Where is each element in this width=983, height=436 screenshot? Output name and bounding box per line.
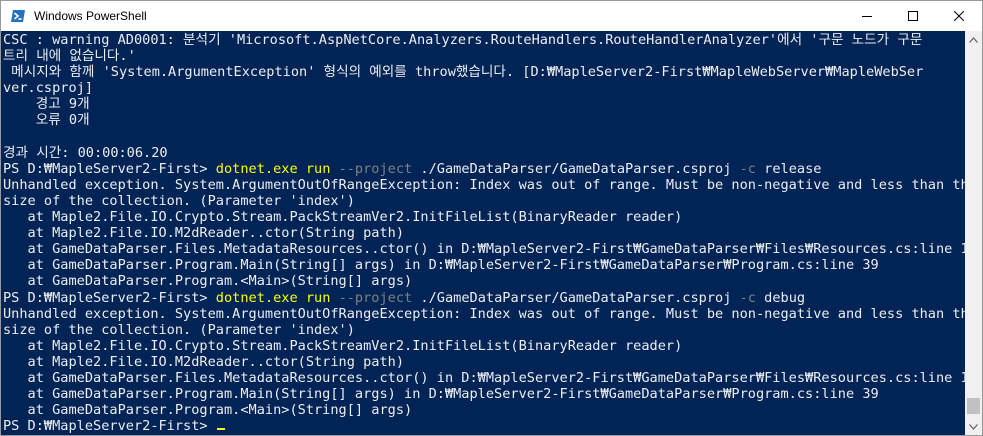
output-line: Unhandled exception. System.ArgumentOutO… [3, 306, 965, 322]
command-text: dotnet.exe run [215, 289, 339, 306]
output-line: 경고 9개 [3, 96, 965, 112]
output-text: at Maple2.File.IO.M2dReader..ctor(String… [3, 225, 405, 242]
output-text: 트리 내에 없습니다.' [3, 48, 136, 65]
output-line: at GameDataParser.Files.MetadataResource… [3, 370, 965, 386]
output-text: size of the collection. (Parameter 'inde… [3, 321, 355, 338]
prompt-line: PS D:₩MapleServer2-First> dotnet.exe run… [3, 161, 965, 177]
close-button[interactable] [936, 1, 982, 31]
argument-text: debug [755, 289, 806, 306]
parameter-flag: -c [739, 160, 756, 177]
output-line: size of the collection. (Parameter 'inde… [3, 193, 965, 209]
parameter-flag: --project [338, 289, 413, 306]
output-text: 경고 9개 [3, 96, 90, 113]
powershell-window: Windows PowerShell CSC : warning AD0001:… [0, 0, 983, 436]
output-text: at GameDataParser.Files.MetadataResource… [3, 241, 965, 258]
output-text: Unhandled exception. System.ArgumentOutO… [3, 305, 965, 322]
output-text: at GameDataParser.Program.<Main>(String[… [3, 402, 413, 419]
chevron-up-icon [969, 36, 978, 43]
minimize-icon [862, 16, 872, 17]
window-title: Windows PowerShell [34, 9, 147, 23]
output-line: 오류 0개 [3, 112, 965, 128]
prompt-text: PS D:₩MapleServer2-First> [3, 289, 216, 306]
prompt-line: PS D:₩MapleServer2-First> dotnet.exe run… [3, 290, 965, 306]
output-text: size of the collection. (Parameter 'inde… [3, 192, 355, 209]
output-line: at GameDataParser.Program.<Main>(String[… [3, 402, 965, 418]
scroll-up-button[interactable] [965, 31, 982, 48]
vertical-scrollbar[interactable] [965, 31, 982, 435]
output-text: ver.csproj] [3, 80, 94, 97]
minimize-button[interactable] [844, 1, 890, 31]
powershell-icon [10, 8, 26, 24]
output-line: at GameDataParser.Program.<Main>(String[… [3, 273, 965, 289]
close-icon [954, 11, 964, 21]
output-line: CSC : warning AD0001: 분석기 'Microsoft.Asp… [3, 32, 965, 48]
output-text: 메시지와 함께 'System.ArgumentException' 형식의 예… [3, 64, 924, 81]
output-line: Unhandled exception. System.ArgumentOutO… [3, 177, 965, 193]
output-text: 오류 0개 [3, 112, 90, 129]
output-text: at Maple2.File.IO.Crypto.Stream.PackStre… [3, 337, 683, 354]
output-line: 메시지와 함께 'System.ArgumentException' 형식의 예… [3, 64, 965, 80]
parameter-flag: -c [739, 289, 756, 306]
prompt-line: PS D:₩MapleServer2-First> [3, 418, 965, 434]
output-text: CSC : warning AD0001: 분석기 'Microsoft.Asp… [3, 32, 923, 48]
output-text: at GameDataParser.Program.Main(String[] … [3, 386, 879, 403]
chevron-down-icon [969, 423, 978, 430]
prompt-text: PS D:₩MapleServer2-First> [3, 160, 216, 177]
output-line: at Maple2.File.IO.Crypto.Stream.PackStre… [3, 209, 965, 225]
output-line: at Maple2.File.IO.M2dReader..ctor(String… [3, 225, 965, 241]
output-text: at Maple2.File.IO.Crypto.Stream.PackStre… [3, 209, 683, 226]
output-line: at GameDataParser.Program.Main(String[] … [3, 257, 965, 273]
output-line: size of the collection. (Parameter 'inde… [3, 322, 965, 338]
argument-text: ./GameDataParser/GameDataParser.csproj [412, 289, 740, 306]
output-text: Unhandled exception. System.ArgumentOutO… [3, 176, 965, 193]
scroll-down-button[interactable] [965, 418, 982, 435]
prompt-text: PS D:₩MapleServer2-First> [3, 418, 216, 435]
maximize-icon [908, 11, 918, 21]
output-line: at GameDataParser.Program.Main(String[] … [3, 386, 965, 402]
output-line: at Maple2.File.IO.Crypto.Stream.PackStre… [3, 338, 965, 354]
parameter-flag: --project [338, 160, 413, 177]
window-controls [844, 1, 982, 31]
scroll-thumb[interactable] [967, 398, 980, 414]
output-text: at Maple2.File.IO.M2dReader..ctor(String… [3, 353, 405, 370]
argument-text: release [755, 160, 822, 177]
console-output[interactable]: CSC : warning AD0001: 분석기 'Microsoft.Asp… [1, 31, 965, 435]
argument-text: ./GameDataParser/GameDataParser.csproj [412, 160, 740, 177]
console-lines: CSC : warning AD0001: 분석기 'Microsoft.Asp… [3, 32, 965, 434]
output-text: 경과 시간: 00:00:06.20 [3, 144, 168, 161]
maximize-button[interactable] [890, 1, 936, 31]
output-line: 경과 시간: 00:00:06.20 [3, 145, 965, 161]
text-cursor [216, 428, 225, 431]
command-text: dotnet.exe run [215, 160, 339, 177]
output-line: 트리 내에 없습니다.' [3, 48, 965, 64]
output-line: at Maple2.File.IO.M2dReader..ctor(String… [3, 354, 965, 370]
output-line: at GameDataParser.Files.MetadataResource… [3, 241, 965, 257]
output-line: ver.csproj] [3, 80, 965, 96]
title-bar[interactable]: Windows PowerShell [1, 1, 982, 31]
output-text: at GameDataParser.Program.Main(String[] … [3, 257, 879, 274]
output-text: at GameDataParser.Files.MetadataResource… [3, 369, 965, 386]
output-text: at GameDataParser.Program.<Main>(String[… [3, 273, 413, 290]
